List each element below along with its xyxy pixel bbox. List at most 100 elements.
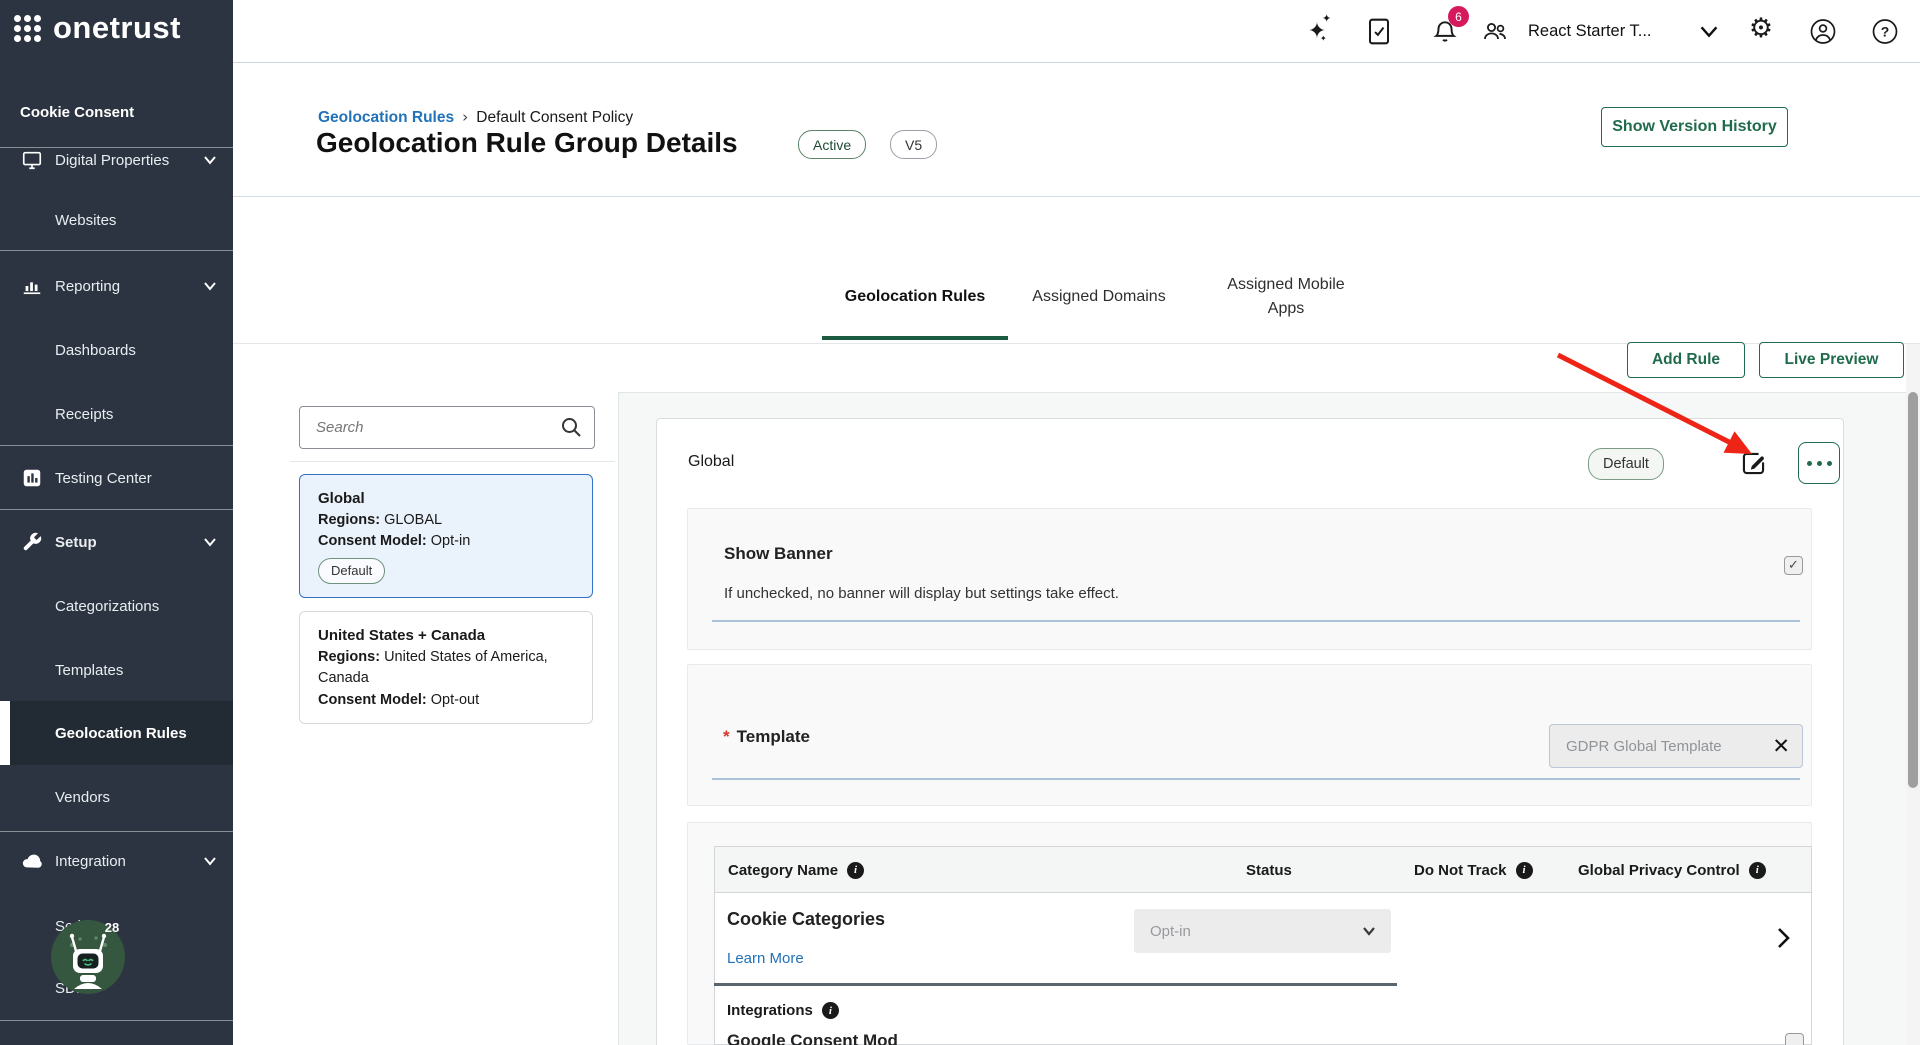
sidebar-item-vendors[interactable]: Vendors bbox=[0, 765, 233, 829]
notification-count-badge: 6 bbox=[1448, 6, 1469, 27]
bar-chart-icon bbox=[20, 274, 44, 298]
search-box bbox=[299, 406, 595, 449]
sparkles-icon[interactable]: ✦ ✦ ✦ bbox=[1304, 18, 1330, 44]
breadcrumb: Geolocation Rules › Default Consent Policy bbox=[318, 108, 633, 127]
active-tab-underline bbox=[822, 336, 1008, 340]
default-badge: Default bbox=[1588, 448, 1664, 480]
row-focus-underline bbox=[714, 983, 1397, 986]
monitor-icon bbox=[20, 148, 44, 172]
account-icon[interactable] bbox=[1810, 18, 1836, 44]
search-icon[interactable] bbox=[560, 416, 582, 438]
header-divider bbox=[233, 196, 1920, 197]
sidebar-item-integration[interactable]: Integration bbox=[0, 829, 233, 893]
waffle-grid-icon bbox=[14, 15, 41, 42]
show-banner-title: Show Banner bbox=[724, 544, 833, 564]
rule-list-item-global[interactable]: Global Regions: GLOBAL Consent Model: Op… bbox=[299, 474, 593, 598]
sidebar-divider bbox=[0, 1020, 233, 1021]
column-status: Status bbox=[1246, 847, 1292, 893]
breadcrumb-link-geolocation-rules[interactable]: Geolocation Rules bbox=[318, 109, 454, 126]
expand-row-icon[interactable] bbox=[1773, 925, 1793, 951]
top-header-bar bbox=[233, 0, 1920, 63]
app-root: onetrust Cookie Consent Digital Properti… bbox=[0, 0, 1920, 1045]
chevron-down-icon bbox=[1361, 923, 1377, 939]
column-global-privacy-control: Global Privacy Controli bbox=[1578, 847, 1766, 893]
info-icon[interactable]: i bbox=[822, 1002, 839, 1019]
scrollbar-thumb[interactable] bbox=[1908, 392, 1918, 788]
rules-list-panel: Global Regions: GLOBAL Consent Model: Op… bbox=[233, 344, 618, 1045]
categories-table: Category Namei Status Do Not Tracki Glob… bbox=[714, 846, 1812, 1045]
row-cookie-categories: Cookie Categories bbox=[727, 909, 885, 930]
search-input[interactable] bbox=[300, 407, 594, 448]
info-icon[interactable]: i bbox=[1749, 862, 1766, 879]
show-banner-section bbox=[687, 508, 1812, 650]
users-icon[interactable] bbox=[1482, 18, 1508, 44]
logo-wordmark: onetrust bbox=[53, 10, 181, 46]
workspace-selector[interactable]: React Starter T... bbox=[1528, 0, 1652, 62]
wrench-icon bbox=[20, 530, 44, 554]
edit-icon[interactable] bbox=[1740, 450, 1767, 477]
table-header-row: Category Namei Status Do Not Tracki Glob… bbox=[715, 847, 1811, 893]
live-preview-button[interactable]: Live Preview bbox=[1759, 342, 1904, 378]
clear-icon[interactable]: ✕ bbox=[1772, 736, 1790, 757]
more-actions-button[interactable] bbox=[1798, 442, 1840, 484]
show-version-history-button[interactable]: Show Version History bbox=[1601, 107, 1788, 147]
show-banner-checkbox[interactable]: ✓ bbox=[1784, 556, 1803, 575]
chevron-down-icon bbox=[201, 151, 219, 169]
column-do-not-track: Do Not Tracki bbox=[1414, 847, 1533, 893]
add-rule-button[interactable]: Add Rule bbox=[1627, 342, 1745, 378]
sidebar-item-reporting[interactable]: Reporting bbox=[0, 254, 233, 318]
column-category-name: Category Namei bbox=[728, 847, 864, 893]
status-dropdown-value: Opt-in bbox=[1150, 923, 1361, 940]
rule-name: Global bbox=[688, 453, 734, 471]
row-google-consent-mode: Google Consent Mod bbox=[727, 1031, 898, 1045]
status-dropdown[interactable]: Opt-in bbox=[1134, 909, 1391, 953]
cloud-icon bbox=[20, 849, 44, 873]
template-label: *Template bbox=[723, 727, 810, 747]
show-banner-description: If unchecked, no banner will display but… bbox=[724, 585, 1119, 602]
product-name: Cookie Consent bbox=[20, 104, 134, 121]
sidebar: onetrust Cookie Consent Digital Properti… bbox=[0, 0, 233, 1045]
chat-notification-badge: 28 bbox=[98, 917, 126, 939]
sidebar-item-templates[interactable]: Templates bbox=[0, 638, 233, 702]
list-divider bbox=[290, 461, 615, 462]
version-badge: V5 bbox=[890, 130, 937, 159]
tab-assigned-mobile-apps[interactable]: Assigned Mobile Apps bbox=[1216, 266, 1356, 328]
page-title: Geolocation Rule Group Details bbox=[316, 127, 738, 159]
onetrust-logo[interactable]: onetrust bbox=[14, 10, 181, 46]
learn-more-link[interactable]: Learn More bbox=[727, 950, 804, 967]
partial-checkbox[interactable] bbox=[1785, 1033, 1804, 1045]
active-item-indicator bbox=[0, 701, 10, 765]
chart-box-icon bbox=[20, 466, 44, 490]
sidebar-item-digital-properties[interactable]: Digital Properties bbox=[0, 128, 233, 192]
row-integrations: Integrationsi bbox=[727, 1002, 839, 1019]
document-check-icon[interactable] bbox=[1366, 18, 1392, 44]
chevron-down-icon bbox=[201, 277, 219, 295]
sidebar-item-dashboards[interactable]: Dashboards bbox=[0, 318, 233, 382]
breadcrumb-separator: › bbox=[462, 108, 468, 126]
chevron-down-icon bbox=[201, 533, 219, 551]
chevron-down-icon bbox=[201, 852, 219, 870]
sidebar-item-receipts[interactable]: Receipts bbox=[0, 382, 233, 446]
sidebar-item-setup[interactable]: Setup bbox=[0, 510, 233, 574]
rule-list-item-us-canada[interactable]: United States + Canada Regions: United S… bbox=[299, 611, 593, 724]
template-value-chip[interactable]: GDPR Global Template ✕ bbox=[1549, 724, 1803, 768]
sidebar-item-categorizations[interactable]: Categorizations bbox=[0, 574, 233, 638]
sidebar-item-websites[interactable]: Websites bbox=[0, 188, 233, 252]
tab-geolocation-rules[interactable]: Geolocation Rules bbox=[822, 266, 1008, 328]
chevron-down-icon[interactable] bbox=[1696, 18, 1722, 44]
svg-text:?: ? bbox=[1881, 23, 1890, 39]
help-icon[interactable]: ? bbox=[1872, 18, 1898, 44]
field-underline bbox=[712, 620, 1800, 622]
tab-assigned-domains[interactable]: Assigned Domains bbox=[1029, 266, 1169, 328]
sidebar-item-geolocation-rules[interactable]: Geolocation Rules bbox=[0, 701, 233, 765]
default-badge: Default bbox=[318, 558, 385, 584]
field-underline bbox=[712, 778, 1800, 780]
sidebar-item-testing-center[interactable]: Testing Center bbox=[0, 446, 233, 510]
info-icon[interactable]: i bbox=[1516, 862, 1533, 879]
required-marker: * bbox=[723, 727, 730, 746]
info-icon[interactable]: i bbox=[847, 862, 864, 879]
gear-icon[interactable]: ⚙ bbox=[1748, 15, 1774, 41]
status-badge: Active bbox=[798, 130, 866, 159]
template-value: GDPR Global Template bbox=[1566, 738, 1772, 755]
breadcrumb-current: Default Consent Policy bbox=[476, 109, 633, 126]
